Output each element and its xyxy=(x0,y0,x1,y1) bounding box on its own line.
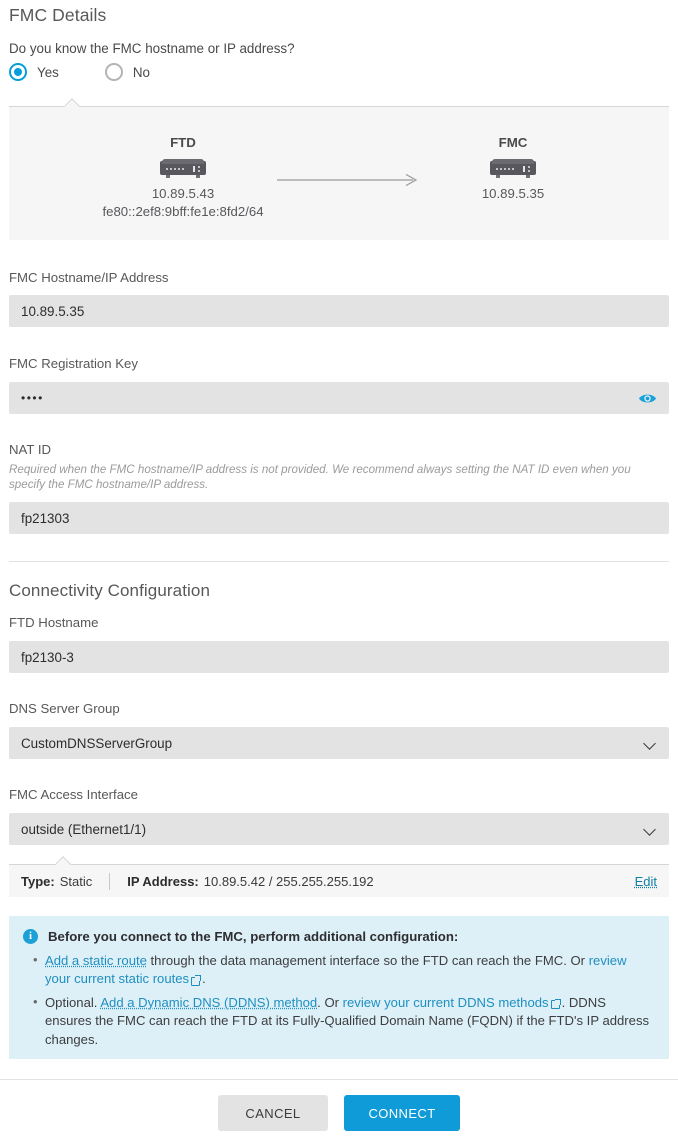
fmc-ipv4: 10.89.5.35 xyxy=(481,186,545,201)
eye-icon[interactable] xyxy=(638,392,657,405)
connectivity-section-title: Connectivity Configuration xyxy=(9,581,211,600)
hostname-question-label: Do you know the FMC hostname or IP addre… xyxy=(9,41,295,56)
hostname-known-radio-group: Yes No xyxy=(9,63,150,81)
ftd-ipv6: fe80::2ef8:9bff:fe1e:8fd2/64 xyxy=(102,204,264,219)
page-title: FMC Details xyxy=(9,5,107,25)
input-fmc-hostname-value: 10.89.5.35 xyxy=(21,303,85,319)
select-fmc-access-interface-value: outside (Ethernet1/1) xyxy=(21,821,147,837)
info-icon: i xyxy=(23,929,38,944)
edit-interface-link[interactable]: Edit xyxy=(635,874,657,889)
ftd-node-title: FTD xyxy=(170,135,196,150)
label-fmc-registration-key: FMC Registration Key xyxy=(9,356,138,371)
select-dns-server-group[interactable]: CustomDNSServerGroup xyxy=(9,727,669,759)
bullet2-text0: Optional. xyxy=(45,994,101,1010)
info-banner: i Before you connect to the FMC, perform… xyxy=(9,916,669,1059)
radio-yes-indicator[interactable] xyxy=(9,63,27,81)
review-ddns-methods-link[interactable]: review your current DDNS methods xyxy=(343,995,549,1010)
fmc-details-panel: FMC Details Do you know the FMC hostname… xyxy=(0,0,678,1146)
label-dns-server-group: DNS Server Group xyxy=(9,701,120,716)
interface-ip-value: 10.89.5.42 / 255.255.255.192 xyxy=(203,873,374,889)
section-divider xyxy=(9,561,669,562)
banner-bullet-list: Add a static route through the data mana… xyxy=(23,951,655,1050)
radio-no-indicator[interactable] xyxy=(104,63,123,81)
banner-heading-text: Before you connect to the FMC, perform a… xyxy=(48,929,459,944)
select-dns-server-group-value: CustomDNSServerGroup xyxy=(21,735,173,751)
fmc-node-title: FMC xyxy=(498,135,528,150)
interface-info-strip: Type: Static IP Address: 10.89.5.42 / 25… xyxy=(9,864,669,897)
diagram-node-ftd: FTD 10.89.5.43 fe80::2ef8:9bff:fe1e:8fd2… xyxy=(53,135,313,221)
strip-separator xyxy=(109,872,111,890)
input-ftd-hostname[interactable]: fp2130-3 xyxy=(9,641,669,673)
ftd-ipv4: 10.89.5.43 xyxy=(151,186,215,201)
diagram-node-fmc: FMC 10.89.5.35 xyxy=(383,135,643,203)
interface-type-value: Static xyxy=(59,873,93,889)
label-nat-id: NAT ID xyxy=(9,442,52,457)
interface-ip-label: IP Address: xyxy=(127,873,199,889)
cancel-button[interactable]: CANCEL xyxy=(218,1095,328,1131)
bullet1-text2: . xyxy=(202,971,206,986)
add-ddns-method-link[interactable]: Add a Dynamic DNS (DDNS) method xyxy=(100,995,317,1010)
interface-strip-caret xyxy=(56,856,74,865)
select-fmc-access-interface[interactable]: outside (Ethernet1/1) xyxy=(9,813,669,845)
radio-option-no[interactable]: No xyxy=(104,63,150,81)
input-fmc-registration-key-value: •••• xyxy=(21,391,44,405)
label-fmc-access-interface: FMC Access Interface xyxy=(9,787,138,802)
radio-yes-label: Yes xyxy=(37,64,59,80)
banner-heading-row: i Before you connect to the FMC, perform… xyxy=(23,928,655,947)
help-nat-id: Required when the FMC hostname/IP addres… xyxy=(9,463,631,491)
diagram-caret xyxy=(65,98,83,107)
radio-option-yes[interactable]: Yes xyxy=(9,63,59,81)
input-fmc-hostname[interactable]: 10.89.5.35 xyxy=(9,295,669,327)
bullet2-text1: . Or xyxy=(317,994,343,1010)
label-ftd-hostname: FTD Hostname xyxy=(9,615,99,630)
label-fmc-hostname: FMC Hostname/IP Address xyxy=(9,270,169,285)
connect-button[interactable]: CONNECT xyxy=(344,1095,460,1131)
radio-no-label: No xyxy=(132,64,150,80)
external-link-icon[interactable] xyxy=(550,998,561,1009)
connection-diagram-panel: FTD 10.89.5.43 fe80::2ef8:9bff:fe1e:8fd2… xyxy=(9,106,669,240)
footer-actions: CANCEL CONNECT xyxy=(0,1080,678,1146)
list-item: Optional. Add a Dynamic DNS (DDNS) metho… xyxy=(31,993,655,1050)
chevron-down-icon[interactable] xyxy=(644,737,657,750)
fmc-device-icon xyxy=(490,158,536,178)
add-static-route-link[interactable]: Add a static route xyxy=(45,953,147,968)
input-nat-id[interactable]: fp21303 xyxy=(9,502,669,534)
input-ftd-hostname-value: fp2130-3 xyxy=(21,649,74,665)
ftd-device-icon xyxy=(160,158,206,178)
bullet1-text1: through the data management interface so… xyxy=(146,952,589,968)
interface-type-label: Type: xyxy=(21,873,55,889)
chevron-down-icon[interactable] xyxy=(644,823,657,836)
input-nat-id-value: fp21303 xyxy=(21,510,70,526)
list-item: Add a static route through the data mana… xyxy=(31,951,655,989)
external-link-icon[interactable] xyxy=(191,975,202,986)
input-fmc-registration-key[interactable]: •••• xyxy=(9,382,669,414)
